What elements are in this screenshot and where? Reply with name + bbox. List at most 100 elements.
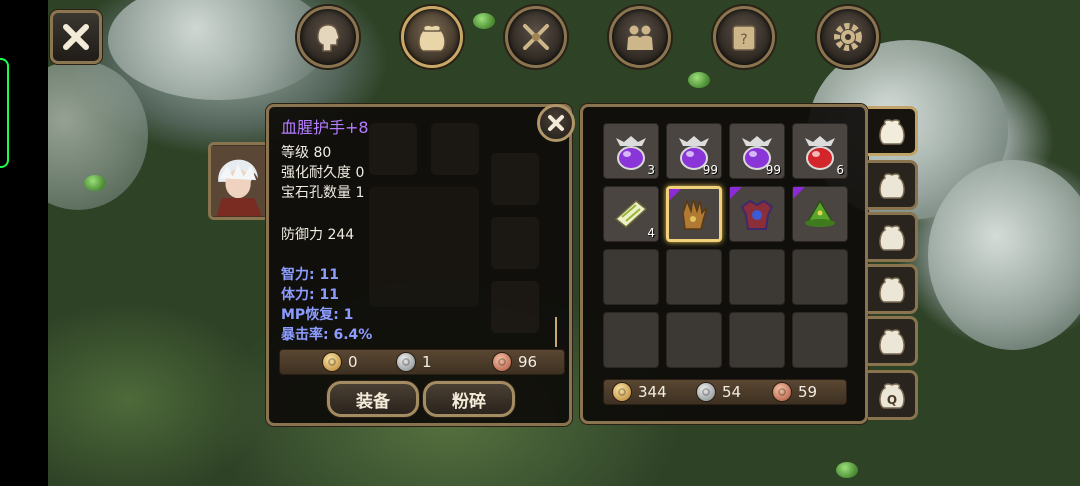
price-copper-value: 96 [518,353,538,371]
svg-text:?: ? [740,32,747,48]
red-potion-icon [805,136,835,170]
item-defense: 防御力 244 [281,227,355,243]
inventory-slot[interactable]: 4 [603,186,659,242]
inventory-slot[interactable]: 6 [792,123,848,179]
inventory-slot-empty[interactable] [729,312,785,368]
quest-tab-label: Q [886,393,896,407]
detail-close-button[interactable] [537,104,575,142]
rarity-marker [669,189,681,201]
nav-party[interactable] [609,6,671,68]
nav-skills[interactable] [505,6,567,68]
money-copper: 59 [772,382,817,402]
inventory-slot[interactable]: 99 [729,123,785,179]
copper-coin-icon [772,382,792,402]
inventory-slot[interactable] [729,186,785,242]
item-durability: 强化耐久度 0 [281,165,365,181]
bag-tab-4[interactable] [868,264,918,314]
money-silver-value: 54 [722,383,742,401]
inventory-grid: 3 99 99 6 4 [603,123,848,368]
nav-quests[interactable]: ? [713,6,775,68]
inventory-slot-empty[interactable] [603,249,659,305]
inventory-slot[interactable] [792,186,848,242]
rarity-marker [793,187,805,199]
inventory-slot[interactable]: 3 [603,123,659,179]
nav-inventory[interactable] [401,6,463,68]
equip-button[interactable]: 装备 [327,381,419,417]
money-copper-value: 59 [798,383,818,401]
money-silver: 54 [696,382,772,402]
item-detail-panel: 血腥护手+8 等级 80 强化耐久度 0 宝石孔数量 1 防御力 244 智力:… [266,104,575,426]
stack-count: 3 [647,163,655,177]
nav-character[interactable] [297,6,359,68]
mushroom [836,462,858,478]
item-title: 血腥护手+8 [281,118,369,137]
bag-icon [878,329,905,355]
silver-coin-icon [696,382,716,402]
stat-line: 暴击率: 6.4% [281,327,373,343]
close-button[interactable] [50,10,102,64]
gold-coin-icon [322,352,342,372]
inventory-slot-empty[interactable] [792,312,848,368]
quest-bag-tab[interactable]: Q [868,370,918,420]
gear-icon [834,23,862,51]
stack-count: 4 [647,226,655,240]
head-silhouette-icon [317,24,340,52]
detail-scrollbar[interactable] [555,317,557,347]
inventory-slot[interactable]: 99 [666,123,722,179]
rarity-marker [730,187,742,199]
green-hat-icon [805,199,835,227]
stat-line: 智力: 11 [281,267,339,283]
money-gold-value: 344 [638,383,667,401]
avatar [211,145,267,217]
armor-icon [740,199,774,230]
bag-icon [878,225,905,251]
close-icon [548,115,564,131]
price-gold-value: 0 [348,353,358,371]
inventory-slot-empty[interactable] [729,249,785,305]
people-icon [627,25,653,50]
gold-coin-icon [612,382,632,402]
item-stats: 血腥护手+8 等级 80 强化耐久度 0 宝石孔数量 1 防御力 244 智力:… [281,117,549,345]
bag-icon [878,277,905,303]
inventory-slot-empty[interactable] [792,249,848,305]
bag-tab-1[interactable] [868,106,918,156]
stack-count: 6 [836,163,844,177]
mushroom [84,175,106,191]
stack-count: 99 [765,163,781,177]
bag-tab-2[interactable] [868,160,918,210]
snowy-tree [928,160,1080,350]
inventory-slot-empty[interactable] [666,312,722,368]
inventory-slot-selected[interactable] [666,186,722,242]
character-portrait[interactable] [208,142,270,220]
item-sockets: 宝石孔数量 1 [281,185,365,201]
price-copper: 96 [492,352,537,372]
snowy-tree [108,0,328,100]
stat-line: MP恢复: 1 [281,307,354,323]
nav-settings[interactable] [817,6,879,68]
inventory-panel: 3 99 99 6 4 344 54 59 [580,104,868,424]
edge-gesture-indicator [0,58,9,168]
close-icon [63,24,89,50]
bag-tab-5[interactable] [868,316,918,366]
money-bar: 344 54 59 [603,379,847,405]
item-level: 等级 80 [281,145,332,161]
inventory-slot-empty[interactable] [666,249,722,305]
stack-count: 99 [702,163,718,177]
copper-coin-icon [492,352,512,372]
stat-line: 体力: 11 [281,287,339,303]
mushroom [473,13,495,29]
smash-button[interactable]: 粉碎 [423,381,515,417]
money-gold: 344 [612,382,696,402]
quest-bag-icon: Q [878,383,905,409]
price-silver-value: 1 [422,353,432,371]
price-gold: 0 [322,352,396,372]
left-edge-strip [0,0,48,486]
bag-icon [878,173,905,199]
purple-potion-icon [616,136,646,170]
silver-coin-icon [396,352,416,372]
bag-tab-3[interactable] [868,212,918,262]
mushroom [688,72,710,88]
bag-icon [418,24,446,52]
price-silver: 1 [396,352,492,372]
inventory-slot-empty[interactable] [603,312,659,368]
